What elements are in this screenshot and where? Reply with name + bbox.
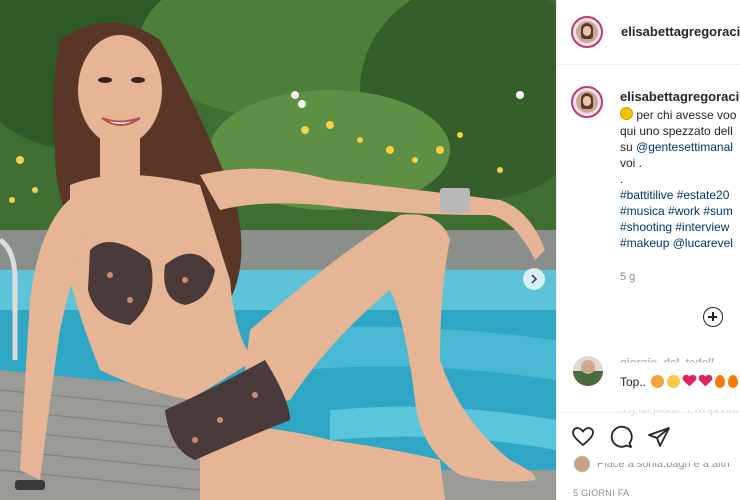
hashtags-line-2[interactable]: #musica #work #sum [620, 203, 740, 219]
author-username[interactable]: elisabettagregoracire [621, 24, 740, 39]
caption-line-5: . [620, 172, 624, 186]
load-more-comments-button[interactable] [703, 307, 723, 327]
commenter-avatar[interactable] [573, 356, 603, 386]
post-header: elisabettagregoracire [557, 0, 740, 65]
caption-line-4: voi . [620, 156, 643, 170]
comment-emoji-row [651, 375, 738, 388]
post-side-panel: elisabettagregoracire elisabettagregorac… [556, 0, 740, 500]
paper-plane-icon[interactable] [647, 425, 671, 449]
caption-line-1: per chi avesse voo [636, 108, 737, 122]
liker-avatar [573, 455, 591, 473]
emoji-icon [651, 375, 664, 388]
post-photo[interactable] [0, 0, 556, 500]
mention-link[interactable]: @gentesettimanal [636, 140, 733, 154]
mention-lucarevel-link[interactable]: @lucarevel [673, 236, 733, 250]
fire-emoji-icon [715, 375, 725, 388]
comment-icon[interactable] [609, 425, 633, 449]
caption-author-username[interactable]: elisabettagregoracire [620, 89, 740, 104]
comment-text: Top.. [620, 375, 647, 389]
hashtags-line-3[interactable]: #shooting #interview [620, 219, 740, 235]
heart-icon[interactable] [571, 425, 595, 449]
heart-emoji-icon [683, 375, 696, 388]
commenter-username[interactable]: giorgio_del_tedell... [620, 357, 723, 362]
emoji-icon [667, 375, 680, 388]
likes-text: Piace a sonia.bagn e a altri [597, 458, 730, 470]
post-caption: per chi avesse voo qui uno spezzato dell… [620, 107, 740, 251]
hashtag-makeup-link[interactable]: #makeup [620, 236, 669, 250]
post-photo-illustration [0, 0, 556, 500]
action-bar [557, 412, 740, 461]
post-timestamp: 5 GIORNI FA [573, 488, 630, 498]
fire-emoji-icon [728, 375, 738, 388]
likes-summary[interactable]: Piace a sonia.bagn e a altri [573, 455, 730, 473]
caption-line-3-prefix: su [620, 140, 637, 154]
caption-line-2: qui uno spezzato dell [620, 124, 733, 138]
caption-time-ago: 5 g [620, 271, 636, 283]
author-avatar[interactable] [571, 16, 603, 48]
caption-author-avatar[interactable] [571, 86, 603, 118]
hashtags-line-1[interactable]: #battitilive #estate20 [620, 187, 740, 203]
next-photo-button[interactable] [523, 268, 545, 290]
sun-emoji-icon [620, 107, 633, 120]
chevron-right-icon [531, 274, 538, 284]
heart-emoji-icon [699, 375, 712, 388]
